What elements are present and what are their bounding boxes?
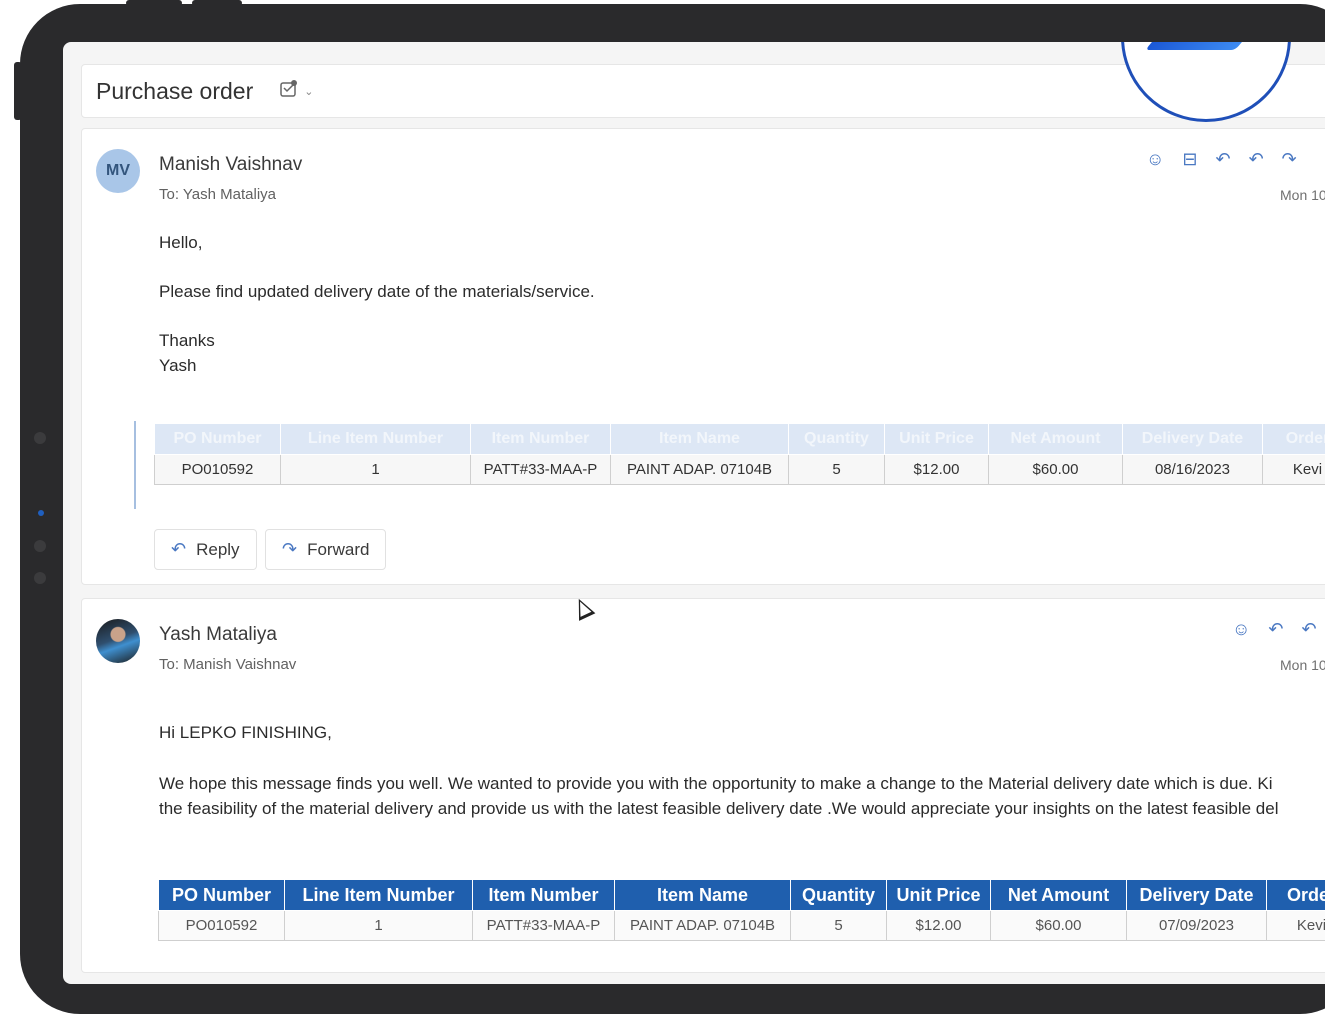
reply-all-icon[interactable]: ↶ xyxy=(1249,149,1264,170)
table-cell: 07/09/2023 xyxy=(1126,910,1267,941)
outlook-screen: Purchase order ⌄ MV Manish Vaishnav To: … xyxy=(63,42,1325,984)
reply-all-icon[interactable]: ↶ xyxy=(1301,619,1316,640)
forward-button[interactable]: ↷ Forward xyxy=(265,529,387,570)
po-table: PO Number Line Item Number Item Number I… xyxy=(154,423,1325,485)
po-table: PO Number Line Item Number Item Number I… xyxy=(158,879,1325,941)
reply-icon: ↶ xyxy=(171,539,187,559)
table-cell: 1 xyxy=(284,910,473,941)
table-cell: PATT#33-MAA-P xyxy=(470,454,611,485)
forward-icon: ↷ xyxy=(282,539,298,559)
table-cell: PATT#33-MAA-P xyxy=(472,910,615,941)
column-header: Delivery Date xyxy=(1126,879,1267,911)
message-sign-thanks: Thanks xyxy=(159,331,215,350)
column-header: PO Number xyxy=(158,879,285,911)
reply-icon[interactable]: ↶ xyxy=(1215,149,1230,170)
camera-dot xyxy=(34,572,46,584)
column-header: Line Item Number xyxy=(280,423,471,455)
table-header-row: PO Number Line Item Number Item Number I… xyxy=(154,423,1325,455)
column-header: Quantity xyxy=(788,423,885,455)
indicator-dot xyxy=(38,510,44,516)
message-body: Please find updated delivery date of the… xyxy=(159,282,595,301)
forward-icon[interactable]: ↷ xyxy=(1282,149,1297,170)
table-cell: $60.00 xyxy=(988,454,1123,485)
message-card: Yash Mataliya To: Manish Vaishnav ☺ ↶ ↶ … xyxy=(81,598,1325,973)
column-header: Order xyxy=(1262,423,1325,455)
forward-label: Forward xyxy=(307,539,370,559)
quote-bar xyxy=(134,421,136,509)
table-row: PO010592 1 PATT#33-MAA-P PAINT ADAP. 071… xyxy=(154,454,1325,485)
column-header: Item Name xyxy=(610,423,789,455)
column-header: Delivery Date xyxy=(1122,423,1263,455)
sender-name: Manish Vaishnav xyxy=(159,154,303,175)
message-date: Mon 10 xyxy=(1280,657,1325,673)
message-sign-name: Yash xyxy=(159,356,197,375)
reply-label: Reply xyxy=(196,539,240,559)
table-cell: $60.00 xyxy=(990,910,1127,941)
tag-icon[interactable] xyxy=(279,79,299,104)
table-cell: Kevi xyxy=(1266,910,1325,941)
sender-name: Yash Mataliya xyxy=(159,624,277,645)
column-header: Quantity xyxy=(790,879,887,911)
table-header-row: PO Number Line Item Number Item Number I… xyxy=(158,879,1325,911)
table-cell: Kevi xyxy=(1262,454,1325,485)
column-header: Item Number xyxy=(470,423,611,455)
table-cell: PAINT ADAP. 07104B xyxy=(614,910,791,941)
table-cell: $12.00 xyxy=(886,910,991,941)
table-cell: PAINT ADAP. 07104B xyxy=(610,454,789,485)
message-card: MV Manish Vaishnav To: Yash Mataliya ☺ ⊟… xyxy=(81,128,1325,585)
table-cell: 5 xyxy=(788,454,885,485)
message-actions: ☺ ↶ ↶ xyxy=(1232,619,1317,640)
table-cell: PO010592 xyxy=(158,910,285,941)
message-greeting: Hello, xyxy=(159,233,203,252)
column-header: Unit Price xyxy=(886,879,991,911)
reply-button[interactable]: ↶ Reply xyxy=(154,529,257,570)
table-cell: 08/16/2023 xyxy=(1122,454,1263,485)
brand-logo-icon xyxy=(1145,42,1269,50)
emoji-icon[interactable]: ☺ xyxy=(1146,149,1164,170)
message-body-line-1: We hope this message finds you well. We … xyxy=(159,774,1273,793)
message-date: Mon 10 xyxy=(1280,187,1325,203)
chevron-down-icon[interactable]: ⌄ xyxy=(304,85,313,98)
teams-share-icon[interactable]: ⊟ xyxy=(1182,149,1197,170)
tablet-side-button xyxy=(14,62,22,120)
avatar xyxy=(96,619,140,663)
subject-title: Purchase order xyxy=(96,77,254,104)
table-cell: 1 xyxy=(280,454,471,485)
tablet-top-button xyxy=(126,0,182,6)
column-header: Unit Price xyxy=(884,423,989,455)
column-header: Net Amount xyxy=(988,423,1123,455)
camera-dot xyxy=(34,432,46,444)
column-header: Item Name xyxy=(614,879,791,911)
reply-icon[interactable]: ↶ xyxy=(1268,619,1283,640)
camera-dot xyxy=(34,540,46,552)
message-actions: ☺ ⊟ ↶ ↶ ↷ xyxy=(1146,149,1297,170)
tablet-top-button xyxy=(192,0,242,6)
column-header: Line Item Number xyxy=(284,879,473,911)
message-body-line-2: the feasibility of the material delivery… xyxy=(159,799,1279,818)
column-header: PO Number xyxy=(154,423,281,455)
column-header: Item Number xyxy=(472,879,615,911)
message-greeting: Hi LEPKO FINISHING, xyxy=(159,723,332,742)
emoji-icon[interactable]: ☺ xyxy=(1232,619,1250,640)
column-header: Order xyxy=(1266,879,1325,911)
avatar: MV xyxy=(96,149,140,193)
recipient-line: To: Manish Vaishnav xyxy=(159,656,297,673)
table-cell: PO010592 xyxy=(154,454,281,485)
table-cell: $12.00 xyxy=(884,454,989,485)
column-header: Net Amount xyxy=(990,879,1127,911)
table-row: PO010592 1 PATT#33-MAA-P PAINT ADAP. 071… xyxy=(158,910,1325,941)
table-cell: 5 xyxy=(790,910,887,941)
recipient-line: To: Yash Mataliya xyxy=(159,186,277,203)
